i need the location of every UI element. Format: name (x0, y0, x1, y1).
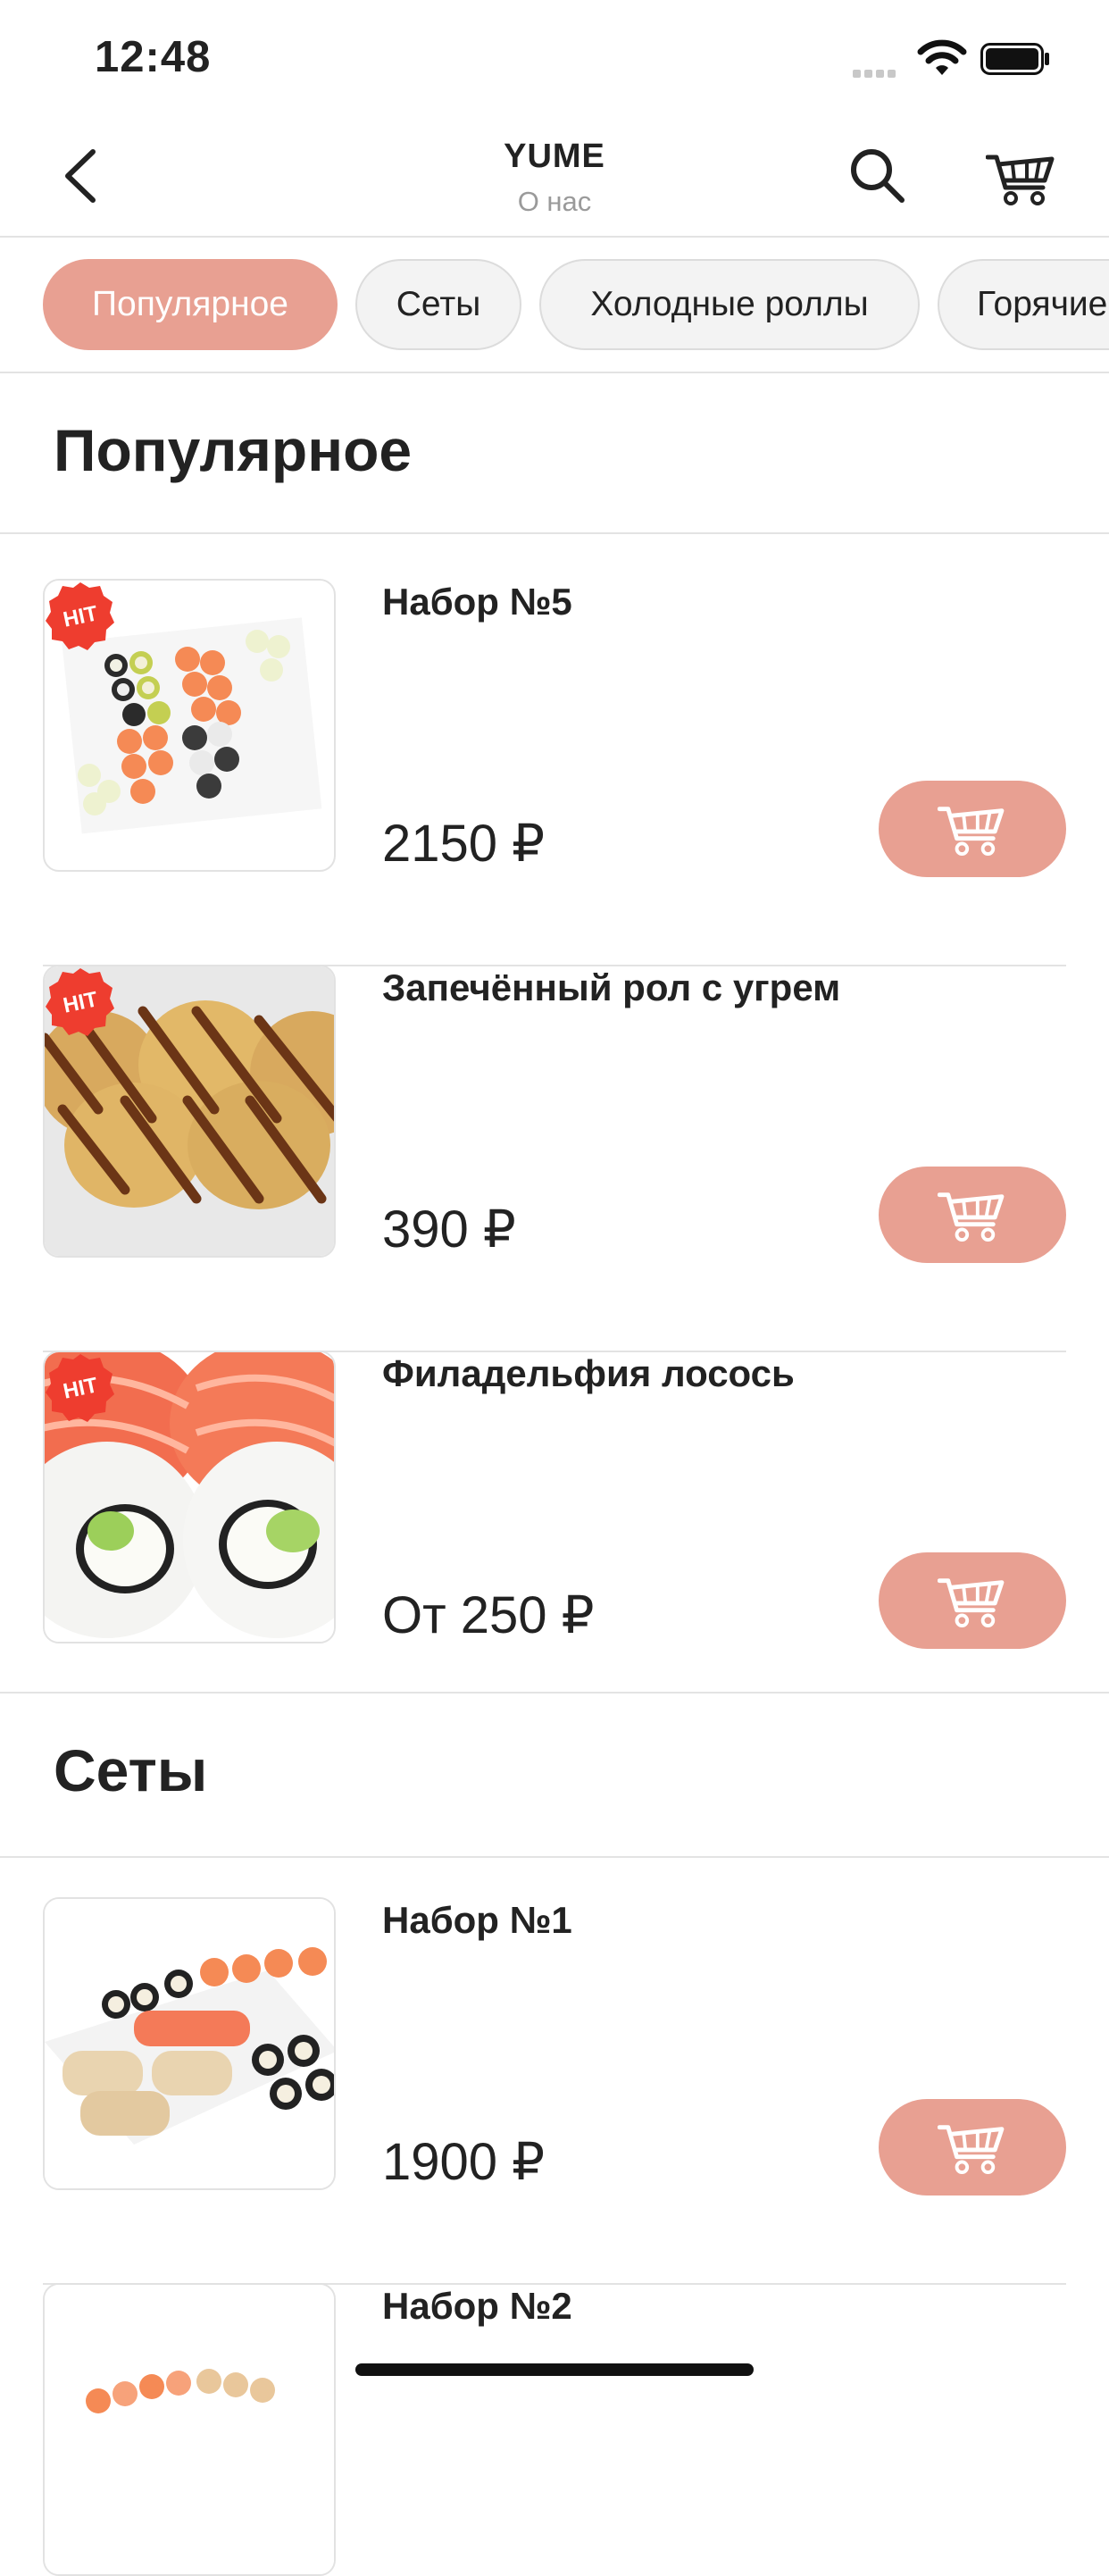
philadelphia-roll-icon: HIT (43, 1351, 336, 1643)
add-to-cart-button[interactable] (879, 1552, 1066, 1649)
wifi-icon (917, 39, 967, 75)
tab-cold-rolls[interactable]: Холодные роллы (539, 259, 920, 350)
add-to-cart-button[interactable] (879, 1167, 1066, 1263)
hit-badge: HIT (46, 582, 114, 650)
search-icon[interactable] (846, 145, 909, 207)
category-tabs: Популярное Сеты Холодные роллы Горячие (0, 238, 1109, 373)
cart-icon[interactable] (986, 141, 1057, 209)
product-row[interactable]: HIT Набор №5 2150 ₽ (43, 579, 1066, 966)
product-price: От 250 ₽ (382, 1586, 595, 1644)
product-row[interactable]: HIT Филадельфия лосось От 250 ₽ (43, 1351, 1066, 1736)
nav-bar: YUME О нас (0, 118, 1109, 238)
home-indicator (355, 2363, 754, 2376)
section-header-sets: Сеты (0, 1692, 1109, 1858)
sushi-set-icon (43, 2283, 336, 2576)
tab-popular[interactable]: Популярное (43, 259, 338, 350)
product-price: 390 ₽ (382, 1200, 516, 1259)
section-title: Популярное (54, 417, 413, 483)
cart-icon (938, 1192, 1005, 1242)
hit-badge: HIT (46, 1354, 114, 1422)
cart-icon (938, 807, 1005, 857)
product-name: Запечённый рол с угрем (382, 966, 841, 1008)
product-name: Набор №2 (382, 2285, 572, 2327)
cart-icon (938, 1578, 1005, 1628)
section-header-popular: Популярное (0, 373, 1109, 534)
product-row[interactable]: Набор №2 (43, 2283, 1066, 2576)
product-row[interactable]: Набор №1 1900 ₽ (43, 1897, 1066, 2285)
battery-icon (980, 43, 1049, 75)
signal-icon (853, 66, 899, 82)
product-name: Набор №5 (382, 581, 572, 623)
add-to-cart-button[interactable] (879, 781, 1066, 877)
product-price: 2150 ₽ (382, 815, 546, 873)
baked-roll-icon: HIT (43, 965, 336, 1258)
tab-hot[interactable]: Горячие (938, 259, 1109, 350)
tab-sets[interactable]: Сеты (355, 259, 521, 350)
cart-icon (938, 2125, 1005, 2175)
sushi-set-icon: HIT (43, 579, 336, 872)
product-name: Набор №1 (382, 1899, 572, 1941)
add-to-cart-button[interactable] (879, 2099, 1066, 2195)
product-name: Филадельфия лосось (382, 1352, 795, 1394)
hit-badge: HIT (46, 968, 114, 1036)
status-bar: 12:48 (0, 0, 1109, 118)
sushi-set-icon (43, 1897, 336, 2190)
section-title: Сеты (54, 1737, 208, 1803)
about-link[interactable]: О нас (0, 186, 1109, 218)
status-time: 12:48 (95, 33, 212, 81)
page-title: YUME (504, 138, 605, 175)
product-row[interactable]: HIT Запечённый рол с угрем 390 ₽ (43, 965, 1066, 1352)
product-price: 1900 ₽ (382, 2133, 546, 2191)
